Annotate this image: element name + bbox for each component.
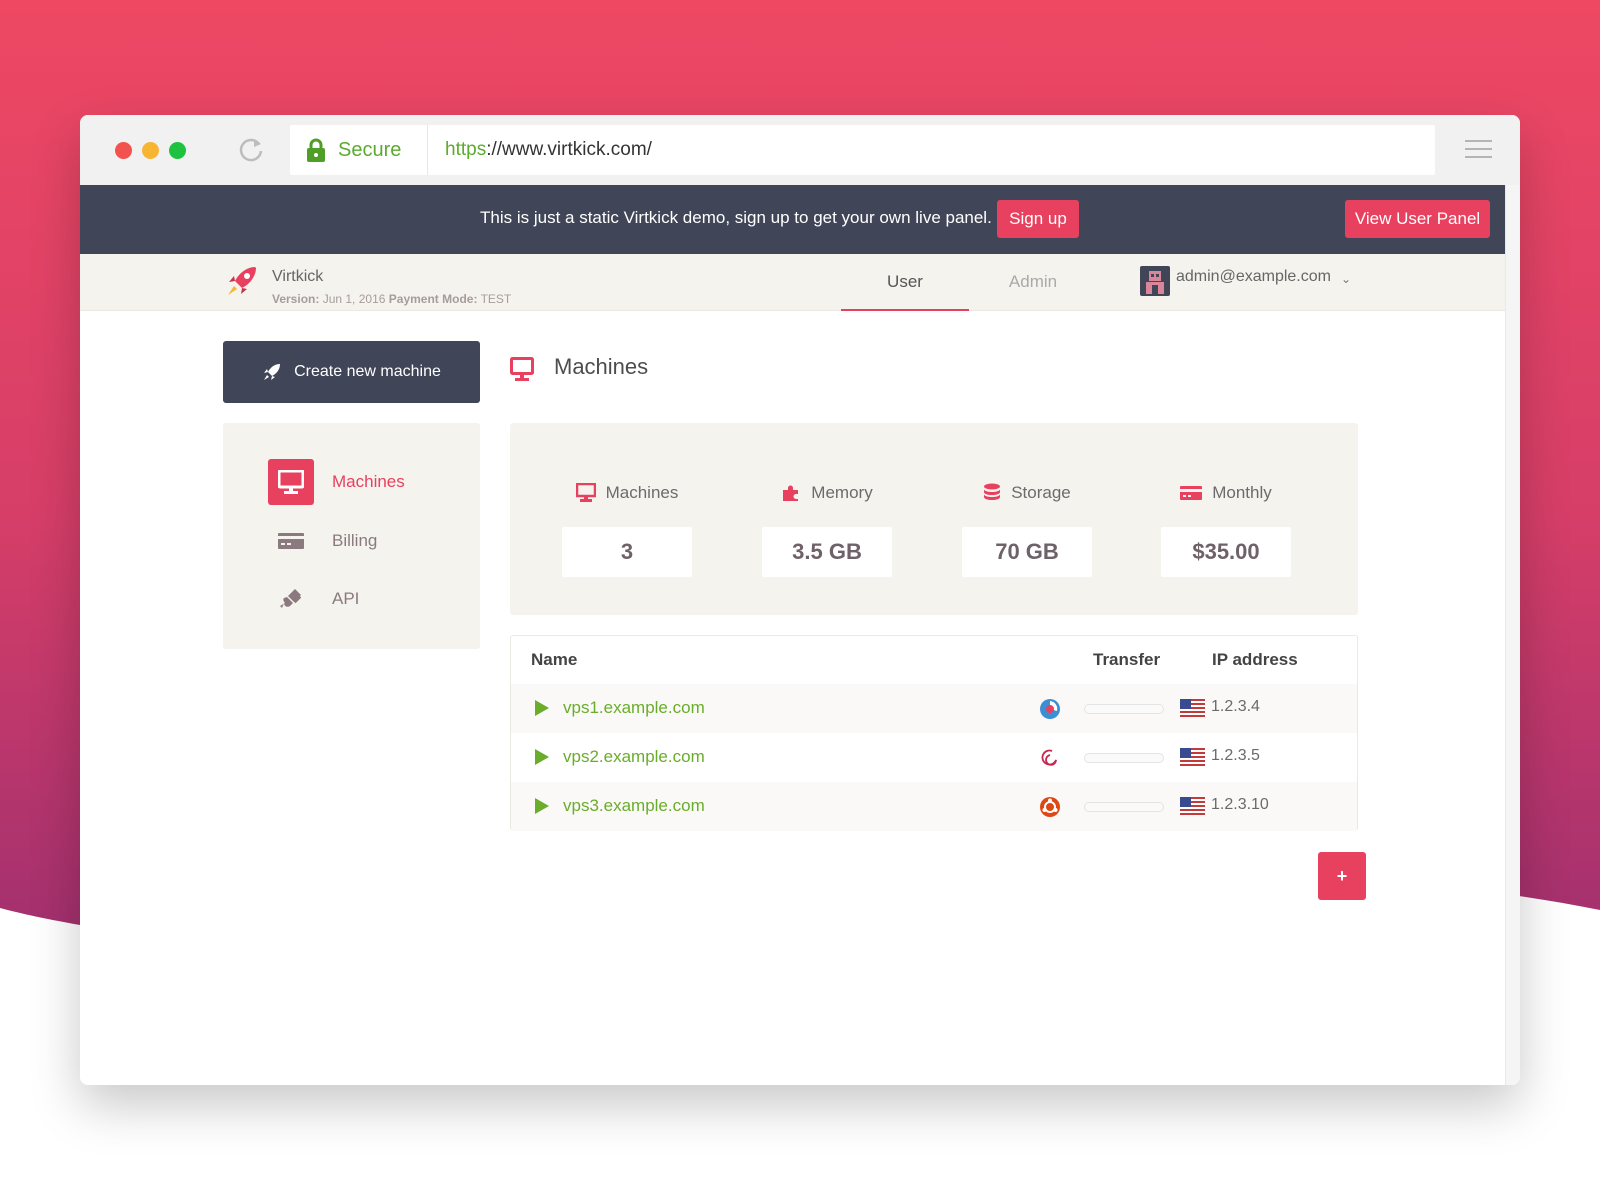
- version-value: Jun 1, 2016: [322, 292, 386, 306]
- url-host: ://www.virtkick.com/: [486, 139, 652, 160]
- stat-label: Memory: [811, 483, 873, 502]
- transfer-bar: [1084, 802, 1164, 812]
- minimize-window-button[interactable]: [142, 142, 159, 159]
- close-window-button[interactable]: [115, 142, 132, 159]
- browser-menu-icon[interactable]: [1465, 140, 1492, 160]
- transfer-bar: [1084, 753, 1164, 763]
- running-status-icon: [535, 798, 549, 814]
- stat-value: 70 GB: [962, 527, 1092, 577]
- running-status-icon: [535, 700, 549, 716]
- table-row[interactable]: vps1.example.com 1.2.3.4: [511, 684, 1357, 733]
- column-header-name[interactable]: Name: [531, 650, 577, 670]
- maximize-window-button[interactable]: [169, 142, 186, 159]
- view-user-panel-button[interactable]: View User Panel: [1345, 200, 1490, 238]
- secure-indicator[interactable]: Secure: [290, 125, 428, 175]
- sidebar-item-label: API: [332, 589, 360, 608]
- reload-icon[interactable]: [237, 136, 265, 164]
- url-scheme: https: [445, 139, 487, 160]
- chevron-down-icon[interactable]: ⌄: [1341, 272, 1351, 286]
- brand-name[interactable]: Virtkick: [272, 268, 323, 286]
- address-bar[interactable]: Secure https://www.virtkick.com/: [290, 125, 1435, 175]
- stat-label: Storage: [1011, 483, 1071, 502]
- sidebar-item-billing[interactable]: Billing: [268, 519, 377, 563]
- debian-icon: [1041, 749, 1057, 766]
- fedora-icon: [1040, 699, 1060, 719]
- demo-banner-text: This is just a static Virtkick demo, sig…: [480, 208, 992, 227]
- machine-name-link[interactable]: vps1.example.com: [563, 698, 705, 718]
- stats-panel: Machines 3 Memory 3.5 GB Storage 70 GB M…: [510, 423, 1358, 615]
- rocket-logo-icon[interactable]: [225, 264, 259, 298]
- add-machine-button[interactable]: +: [1318, 852, 1366, 900]
- credit-card-icon: [268, 518, 314, 564]
- tab-admin[interactable]: Admin: [969, 254, 1097, 311]
- payment-mode-label: Payment Mode:: [388, 292, 478, 306]
- ip-address: 1.2.3.4: [1211, 698, 1260, 715]
- lock-icon: [307, 138, 325, 162]
- stat-value: 3.5 GB: [762, 527, 892, 577]
- running-status-icon: [535, 749, 549, 765]
- stat-label: Machines: [605, 483, 679, 502]
- browser-toolbar: Secure https://www.virtkick.com/: [80, 115, 1520, 185]
- sidebar: Machines Billing API: [223, 423, 480, 649]
- page-scrollbar[interactable]: [1505, 185, 1520, 1085]
- credit-card-icon: [1180, 486, 1203, 500]
- column-header-transfer[interactable]: Transfer: [1093, 650, 1160, 670]
- column-header-ip[interactable]: IP address: [1212, 650, 1298, 670]
- sidebar-item-label: Machines: [332, 472, 405, 491]
- payment-mode-value: TEST: [480, 292, 512, 306]
- avatar[interactable]: [1140, 266, 1170, 296]
- monitor-icon: [268, 459, 314, 505]
- table-row[interactable]: vps2.example.com 1.2.3.5: [511, 733, 1357, 782]
- table-row[interactable]: vps3.example.com 1.2.3.10: [511, 782, 1357, 831]
- browser-window: Secure https://www.virtkick.com/ This is…: [80, 115, 1520, 1085]
- user-email[interactable]: admin@example.com: [1176, 268, 1331, 286]
- create-new-machine-button[interactable]: Create new machine: [223, 341, 480, 403]
- transfer-bar: [1084, 704, 1164, 714]
- ip-address: 1.2.3.5: [1211, 747, 1260, 764]
- sidebar-item-label: Billing: [332, 531, 378, 550]
- us-flag-icon: [1180, 699, 1205, 717]
- machine-name-link[interactable]: vps3.example.com: [563, 796, 705, 816]
- stat-label: Monthly: [1212, 483, 1272, 502]
- secure-label: Secure: [338, 138, 402, 161]
- stat-value: 3: [562, 527, 692, 577]
- version-info: Version: Jun 1, 2016 Payment Mode: TEST: [272, 292, 511, 306]
- us-flag-icon: [1180, 748, 1205, 766]
- sign-up-button[interactable]: Sign up: [997, 200, 1079, 238]
- machines-table: Name Transfer IP address vps1.example.co…: [510, 635, 1358, 831]
- sidebar-item-machines[interactable]: Machines: [268, 459, 405, 505]
- monitor-icon: [510, 357, 534, 381]
- ubuntu-icon: [1040, 797, 1060, 817]
- us-flag-icon: [1180, 797, 1205, 815]
- machine-name-link[interactable]: vps2.example.com: [563, 747, 705, 767]
- url-text[interactable]: https://www.virtkick.com/: [445, 125, 652, 175]
- monitor-icon: [575, 483, 596, 502]
- page-content: This is just a static Virtkick demo, sig…: [80, 185, 1505, 1085]
- top-navigation: Virtkick Version: Jun 1, 2016 Payment Mo…: [80, 254, 1505, 311]
- version-label: Version:: [272, 292, 320, 306]
- plug-icon: [268, 576, 314, 622]
- stat-value: $35.00: [1161, 527, 1291, 577]
- tab-user[interactable]: User: [841, 254, 969, 311]
- database-icon: [984, 483, 1001, 500]
- ip-address: 1.2.3.10: [1211, 796, 1269, 813]
- rocket-icon: [264, 364, 281, 380]
- page-title: Machines: [554, 354, 649, 379]
- demo-banner: This is just a static Virtkick demo, sig…: [80, 185, 1505, 254]
- create-new-machine-label: Create new machine: [294, 363, 441, 380]
- puzzle-icon: [783, 485, 799, 501]
- sidebar-item-api[interactable]: API: [268, 577, 359, 621]
